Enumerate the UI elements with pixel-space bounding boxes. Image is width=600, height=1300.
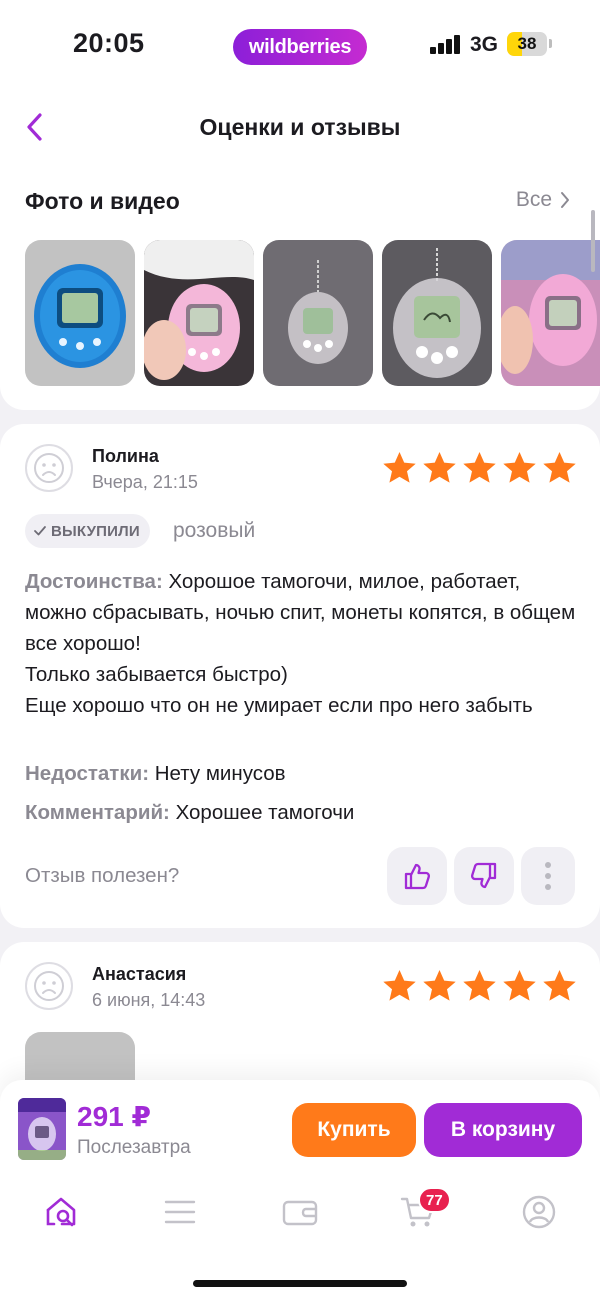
star-icon <box>503 970 536 1001</box>
photos-section: Фото и видео Все <box>0 164 600 410</box>
comment-label: Комментарий: <box>25 801 170 824</box>
star-icon <box>423 452 456 483</box>
avatar <box>25 444 73 492</box>
star-icon <box>423 970 456 1001</box>
review-photo-3[interactable] <box>263 240 373 386</box>
chevron-right-icon <box>561 192 569 208</box>
tab-home[interactable] <box>41 1192 81 1232</box>
tab-wallet[interactable] <box>280 1192 320 1232</box>
star-icon <box>383 452 416 483</box>
star-icon <box>463 970 496 1001</box>
status-bar: 20:05 wildberries 3G 38 <box>0 0 600 90</box>
tab-bar: 77 <box>0 1180 600 1244</box>
tamagotchi-photo <box>501 240 600 386</box>
menu-icon <box>164 1200 196 1224</box>
cons-label: Недостатки: <box>25 762 150 785</box>
star-icon <box>543 970 576 1001</box>
purchased-badge: ВЫКУПИЛИ <box>25 514 150 548</box>
review-pros: Достоинства: Хорошое тамогочи, милое, ра… <box>25 566 585 721</box>
tamagotchi-photo <box>25 240 135 386</box>
battery-level: 38 <box>517 34 537 53</box>
tamagotchi-photo <box>382 240 492 386</box>
dislike-button[interactable] <box>454 847 514 905</box>
wallet-icon <box>282 1200 318 1226</box>
photos-all-link[interactable]: Все <box>516 188 570 212</box>
thumbs-up-icon <box>404 863 430 890</box>
helpful-label: Отзыв полезен? <box>25 864 180 887</box>
review-date: Вчера, 21:15 <box>92 472 198 492</box>
review-photo-2[interactable] <box>144 240 254 386</box>
more-button[interactable] <box>521 847 575 905</box>
like-button[interactable] <box>387 847 447 905</box>
star-icon <box>503 452 536 483</box>
tamagotchi-photo <box>144 240 254 386</box>
pros-label: Достоинства: <box>25 570 163 593</box>
network-label: 3G <box>470 33 499 56</box>
add-to-cart-button[interactable]: В корзину <box>424 1103 582 1157</box>
profile-icon <box>522 1195 556 1229</box>
review-author: Полина <box>92 446 159 466</box>
avatar <box>25 962 73 1010</box>
review-comment: Комментарий: Хорошее тамогочи <box>25 801 354 825</box>
product-variant: розовый <box>173 519 256 542</box>
battery-icon: 38 <box>507 32 547 56</box>
scroll-indicator[interactable] <box>591 210 595 272</box>
status-time: 20:05 <box>73 28 145 58</box>
product-thumbnail[interactable] <box>18 1098 66 1160</box>
more-vertical-icon <box>545 862 551 890</box>
purchased-label: ВЫКУПИЛИ <box>51 522 140 540</box>
product-price: 291 ₽ <box>77 1101 151 1132</box>
bottom-panel: 291 ₽ Послезавтра Купить В корзину 77 <box>0 1080 600 1300</box>
tab-catalog[interactable] <box>160 1192 200 1232</box>
check-icon <box>34 526 46 536</box>
review-date: 6 июня, 14:43 <box>92 990 206 1010</box>
user-sad-icon <box>34 453 64 483</box>
review-photo-1[interactable] <box>25 240 135 386</box>
home-search-icon <box>46 1197 76 1227</box>
nav-header: Оценки и отзывы <box>0 90 600 164</box>
star-icon <box>463 452 496 483</box>
thumbs-down-icon <box>471 862 497 889</box>
cart-count-badge: 77 <box>418 1187 451 1213</box>
tamagotchi-photo <box>263 240 373 386</box>
battery-cap <box>549 39 552 48</box>
home-indicator <box>193 1280 407 1287</box>
page-title: Оценки и отзывы <box>199 114 401 140</box>
review-cons: Недостатки: Нету минусов <box>25 762 286 786</box>
signal-icon <box>430 34 462 54</box>
review-card: Полина Вчера, 21:15 ВЫКУПИЛИ розовый Дос… <box>0 424 600 928</box>
photos-all-label: Все <box>515 188 552 211</box>
review-author: Анастасия <box>92 964 187 984</box>
user-sad-icon <box>34 971 64 1001</box>
brand-pill[interactable]: wildberries <box>233 29 367 65</box>
review-photo-4[interactable] <box>382 240 492 386</box>
buy-button[interactable]: Купить <box>292 1103 416 1157</box>
delivery-date: Послезавтра <box>77 1137 191 1158</box>
comment-text: Хорошее тамогочи <box>169 801 355 824</box>
star-icon <box>543 452 576 483</box>
product-image <box>18 1098 66 1160</box>
rating-stars <box>381 968 578 1004</box>
tab-profile[interactable] <box>519 1192 559 1232</box>
review-photo-5[interactable] <box>501 240 600 386</box>
rating-stars <box>381 450 578 486</box>
cons-text: Нету минусов <box>149 762 286 785</box>
photos-title: Фото и видео <box>25 188 180 214</box>
star-icon <box>383 970 416 1001</box>
